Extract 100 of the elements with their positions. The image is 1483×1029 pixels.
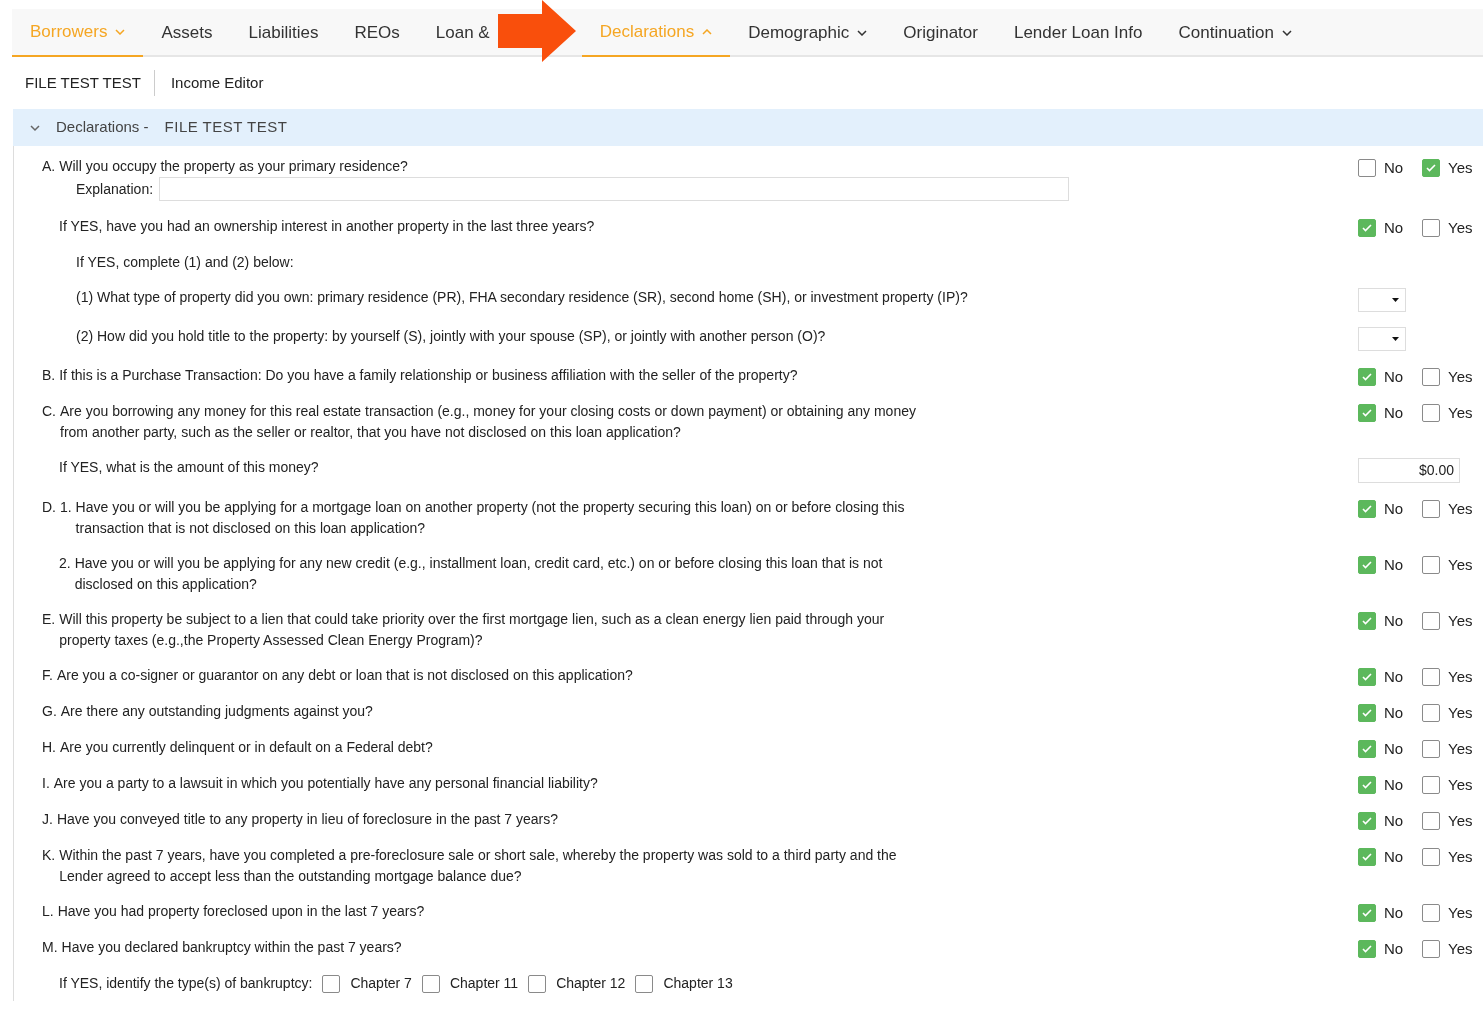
checkbox[interactable] bbox=[1358, 555, 1376, 574]
checkbox[interactable] bbox=[1422, 611, 1440, 630]
checkbox[interactable] bbox=[1422, 739, 1440, 758]
nav-tab[interactable]: Loan & bbox=[417, 9, 492, 57]
checkbox-label: Chapter 7 bbox=[350, 974, 412, 993]
checkbox[interactable] bbox=[1422, 403, 1440, 422]
arrow-icon bbox=[497, 0, 576, 62]
check-icon bbox=[1362, 944, 1372, 953]
checkbox[interactable] bbox=[1422, 847, 1440, 866]
nav-tab[interactable]: Lender Loan Info bbox=[995, 9, 1161, 57]
question-text: If this is a Purchase Transaction: Do you have a family relationship or business affiliation with the seller of the property? bbox=[59, 366, 798, 385]
question-text: Have you conveyed title to any property in lieu of foreclosure in the past 7 years? bbox=[56, 810, 559, 829]
checkbox[interactable] bbox=[1422, 218, 1440, 237]
nav-tab[interactable]: Continuation bbox=[1160, 9, 1310, 57]
checkbox-label: Yes bbox=[1448, 367, 1473, 387]
nav-tab[interactable]: Originator bbox=[885, 9, 996, 57]
checkbox[interactable] bbox=[1358, 403, 1376, 422]
check-icon bbox=[1426, 163, 1436, 172]
checkbox[interactable] bbox=[421, 974, 440, 993]
checkbox[interactable] bbox=[1422, 703, 1440, 722]
question-text: Are there any outstanding judgments against you? bbox=[60, 702, 373, 721]
checkbox[interactable] bbox=[1358, 811, 1376, 830]
check-icon bbox=[1362, 908, 1372, 917]
question-text: If YES, what is the amount of this money? bbox=[59, 458, 319, 477]
checkbox-label: No bbox=[1384, 611, 1405, 631]
checkbox-label: Yes bbox=[1448, 555, 1473, 575]
checkbox[interactable] bbox=[1358, 611, 1376, 630]
checkbox[interactable] bbox=[1422, 775, 1440, 794]
checkbox-label: Yes bbox=[1448, 903, 1473, 923]
checkbox-label: No bbox=[1384, 739, 1405, 759]
caret-icon bbox=[1392, 337, 1399, 341]
checkbox-label: No bbox=[1384, 847, 1405, 867]
checkbox-label: No bbox=[1384, 367, 1405, 387]
checkbox-label: No bbox=[1384, 811, 1405, 831]
question-text: (1) What type of property did you own: primary residence (PR), FHA secondary residence (SR), second home (SH), or investment property (IP)? bbox=[76, 288, 968, 307]
question-marker: 2. bbox=[59, 554, 71, 573]
check-icon bbox=[1362, 744, 1372, 753]
checkbox[interactable] bbox=[1422, 811, 1440, 830]
checkbox[interactable] bbox=[1358, 367, 1376, 386]
check-icon bbox=[1362, 852, 1372, 861]
question-marker: G. bbox=[42, 702, 57, 721]
checkbox[interactable] bbox=[1358, 775, 1376, 794]
checkbox[interactable] bbox=[1422, 555, 1440, 574]
question-marker: J. bbox=[42, 810, 53, 829]
check-icon bbox=[1362, 408, 1372, 417]
checkbox[interactable] bbox=[528, 974, 547, 993]
checkbox[interactable] bbox=[1422, 939, 1440, 958]
checkbox-label: Yes bbox=[1448, 739, 1473, 759]
question-text: Have you had property foreclosed upon in the last 7 years? bbox=[57, 902, 425, 921]
checkbox[interactable] bbox=[1358, 739, 1376, 758]
question-text: Have you or will you be applying for a mortgage loan on another property (not the property securing this loan) on or before closing this transaction that is not disclosed on this loan application? bbox=[75, 498, 906, 538]
check-icon bbox=[1362, 672, 1372, 681]
checkbox-label: Yes bbox=[1448, 847, 1473, 867]
question-marker: F. bbox=[42, 666, 53, 685]
question-marker: L. bbox=[42, 902, 54, 921]
file-name[interactable]: FILE TEST TEST bbox=[12, 71, 154, 95]
checkbox-label: Yes bbox=[1448, 403, 1473, 423]
checkbox[interactable] bbox=[1422, 158, 1440, 177]
explanation-field[interactable] bbox=[159, 177, 1070, 201]
question-text: Have you declared bankruptcy within the past 7 years? bbox=[61, 938, 402, 957]
checkbox-label: Chapter 12 bbox=[556, 974, 626, 993]
checkbox[interactable] bbox=[1358, 847, 1376, 866]
question-marker: A. bbox=[42, 157, 56, 176]
checkbox[interactable] bbox=[1358, 158, 1376, 177]
income-editor-link[interactable]: Income Editor bbox=[154, 71, 280, 95]
amount-field[interactable]: $0.00 bbox=[1358, 458, 1460, 483]
checkbox[interactable] bbox=[1358, 218, 1376, 237]
section-header[interactable]: Declarations - FILE TEST TEST bbox=[13, 109, 1483, 146]
checkbox-label: Yes bbox=[1448, 158, 1473, 178]
nav-tab[interactable]: Assets bbox=[143, 9, 231, 57]
checkbox-label: No bbox=[1384, 667, 1405, 687]
check-icon bbox=[1362, 616, 1372, 625]
checkbox[interactable] bbox=[1358, 939, 1376, 958]
check-icon bbox=[1362, 223, 1372, 232]
checkbox[interactable] bbox=[1358, 667, 1376, 686]
nav-tab[interactable]: REOs bbox=[336, 9, 418, 57]
borrower-name: FILE TEST TEST bbox=[164, 117, 288, 138]
checkbox[interactable] bbox=[1358, 703, 1376, 722]
checkbox[interactable] bbox=[635, 974, 654, 993]
question-marker: E. bbox=[42, 610, 56, 629]
checkbox[interactable] bbox=[1358, 499, 1376, 518]
checkbox[interactable] bbox=[1422, 667, 1440, 686]
nav-tab[interactable]: Liabilities bbox=[230, 9, 337, 57]
checkbox-label: Chapter 13 bbox=[663, 974, 733, 993]
checkbox[interactable] bbox=[1422, 499, 1440, 518]
check-icon bbox=[1362, 708, 1372, 717]
checkbox[interactable] bbox=[1422, 903, 1440, 922]
question-text: Are you currently delinquent or in default on a Federal debt? bbox=[60, 738, 433, 757]
nav-tab[interactable]: Demographic bbox=[730, 9, 886, 57]
question-text: Have you or will you be applying for any new credit (e.g., installment loan, credit card, etc.) on or before closing this loan that is not disclosed on this application? bbox=[74, 554, 884, 594]
checkbox-label: Yes bbox=[1448, 939, 1473, 959]
checkbox-label: No bbox=[1384, 218, 1405, 238]
question-marker: K. bbox=[42, 846, 56, 865]
checkbox-label: Yes bbox=[1448, 667, 1473, 687]
checkbox[interactable] bbox=[322, 974, 341, 993]
question-text: If YES, have you had an ownership interest in another property in the last three years? bbox=[59, 217, 595, 236]
checkbox[interactable] bbox=[1358, 903, 1376, 922]
check-icon bbox=[1362, 816, 1372, 825]
checkbox[interactable] bbox=[1422, 367, 1440, 386]
question-text: Are you a co-signer or guarantor on any debt or loan that is not disclosed on this application? bbox=[56, 666, 633, 685]
